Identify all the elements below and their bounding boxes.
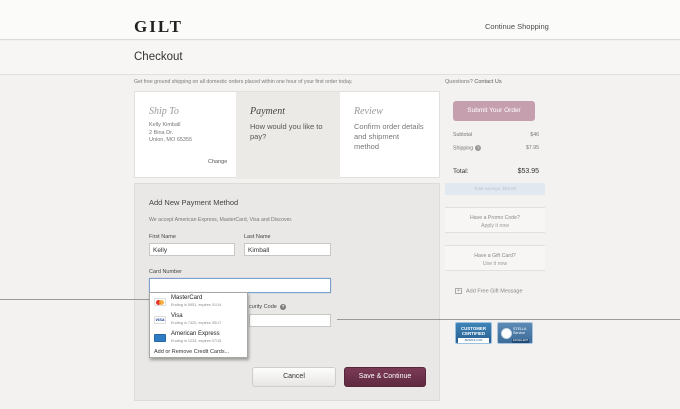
step-ship-to: Ship To Kelly Kimball 2 Bina Dr. Union, … [135, 92, 236, 179]
total-value: $53.95 [517, 168, 539, 175]
first-name-label: First Name [149, 234, 176, 240]
total-savings-note: Total savings: $68.00 [445, 183, 545, 195]
badge-customer-sub: BIZRATE.COM [458, 338, 489, 343]
saved-card-desc: Ending in 1233, expires 07/15 [171, 339, 222, 343]
shipping-row: Shipping? $7.95 [453, 145, 539, 151]
saved-card-name: Visa [171, 313, 183, 319]
promo-code-box[interactable]: Have a Promo Code? Apply it now [445, 207, 545, 233]
gilt-logo[interactable]: GILT [134, 17, 183, 37]
badge-stella-line2: Service [513, 331, 525, 335]
security-code-field[interactable] [249, 314, 331, 327]
guide-line-right [337, 319, 680, 320]
stella-service-badge[interactable]: STELLA Service EXCELLENT [497, 322, 533, 344]
save-continue-button[interactable]: Save & Continue [344, 367, 426, 387]
saved-card-option[interactable]: MasterCard Ending in 5951, expires 01/14 [150, 293, 249, 310]
mastercard-icon [154, 298, 166, 306]
ship-address-line: 2 Bina Dr. [149, 129, 174, 136]
gift-card-box[interactable]: Have a Gift Card? Use it now [445, 245, 545, 271]
promo-code-title: Have a Promo Code? [470, 215, 520, 221]
gift-card-title: Have a Gift Card? [474, 253, 516, 259]
add-remove-cards-option[interactable]: Add or Remove Credit Cards... [154, 349, 229, 355]
saved-card-desc: Ending in 5951, expires 01/14 [171, 303, 222, 307]
site-header: GILT Continue Shopping [0, 0, 680, 40]
step-payment: Payment How would you like to pay? [236, 92, 340, 179]
saved-card-option[interactable]: American Express Ending in 1233, expires… [150, 329, 249, 346]
saved-card-name: American Express [171, 331, 220, 337]
gift-card-action[interactable]: Use it now [445, 261, 545, 267]
questions-prefix: Questions? [445, 79, 473, 85]
step-review-subtitle: Confirm order details and shipment metho… [354, 122, 424, 151]
card-number-field[interactable] [149, 278, 331, 293]
shipping-help-icon[interactable]: ? [475, 145, 482, 151]
card-number-label: Card Number [149, 269, 183, 275]
customer-certified-badge[interactable]: CUSTOMER CERTIFIED BIZRATE.COM [455, 322, 492, 344]
gift-message-option[interactable]: + Add Free Gift Message [455, 288, 523, 294]
last-name-label: Last Name [244, 234, 271, 240]
badge-stella-sub: EXCELLENT [512, 339, 530, 343]
accepted-cards-text: We accept American Express, MasterCard, … [149, 217, 293, 223]
total-label: Total: [453, 168, 469, 175]
ship-address-line: Union, MO 65355 [149, 137, 193, 143]
saved-card-desc: Ending in 7420, expires 05/17 [171, 321, 222, 325]
step-payment-title: Payment [250, 106, 285, 117]
saved-cards-dropdown: MasterCard Ending in 5951, expires 01/14… [149, 292, 248, 358]
ship-address-line: Kelly Kimball [149, 122, 181, 128]
visa-icon: VISA [154, 316, 166, 324]
guide-line-left [0, 299, 149, 300]
security-code-label: curity Code [249, 304, 277, 310]
checkout-steps: Ship To Kelly Kimball 2 Bina Dr. Union, … [134, 91, 441, 179]
continue-shopping-link[interactable]: Continue Shopping [485, 22, 549, 31]
payment-form-title: Add New Payment Method [149, 198, 239, 207]
title-bar: Checkout [0, 41, 680, 75]
promo-code-action[interactable]: Apply it now [445, 223, 545, 229]
saved-card-name: MasterCard [171, 295, 203, 301]
first-name-field[interactable]: Kelly [149, 243, 235, 256]
plus-icon: + [455, 288, 462, 294]
submit-order-button[interactable]: Submit Your Order [453, 101, 535, 121]
cancel-button[interactable]: Cancel [252, 367, 336, 387]
security-code-help-icon[interactable]: ? [280, 304, 286, 310]
change-address-link[interactable]: Change [208, 159, 227, 165]
subtotal-row: Subtotal $46 [453, 132, 539, 138]
contact-us-link[interactable]: Contact Us [474, 79, 501, 85]
shipping-label: Shipping [453, 145, 474, 152]
badge-customer-line2: CERTIFIED [461, 331, 486, 336]
questions-text: Questions? Contact Us [445, 79, 502, 85]
shipping-value: $7.95 [526, 145, 539, 151]
shipping-promo-text: Get free ground shipping on all domestic… [134, 79, 353, 85]
gift-message-label: Add Free Gift Message [466, 288, 523, 295]
subtotal-label: Subtotal [453, 132, 473, 138]
step-review: Review Confirm order details and shipmen… [340, 92, 441, 179]
step-review-title: Review [354, 106, 383, 117]
step-ship-to-title: Ship To [149, 106, 179, 117]
total-row: Total: $53.95 [453, 168, 539, 175]
last-name-field[interactable]: Kimball [244, 243, 331, 256]
subtotal-value: $46 [530, 132, 539, 138]
page-title: Checkout [134, 51, 183, 63]
amex-icon [154, 334, 166, 342]
saved-card-option[interactable]: VISA Visa Ending in 7420, expires 05/17 [150, 311, 249, 328]
step-payment-subtitle: How would you like to pay? [250, 122, 323, 141]
stella-seal-icon [501, 328, 512, 339]
